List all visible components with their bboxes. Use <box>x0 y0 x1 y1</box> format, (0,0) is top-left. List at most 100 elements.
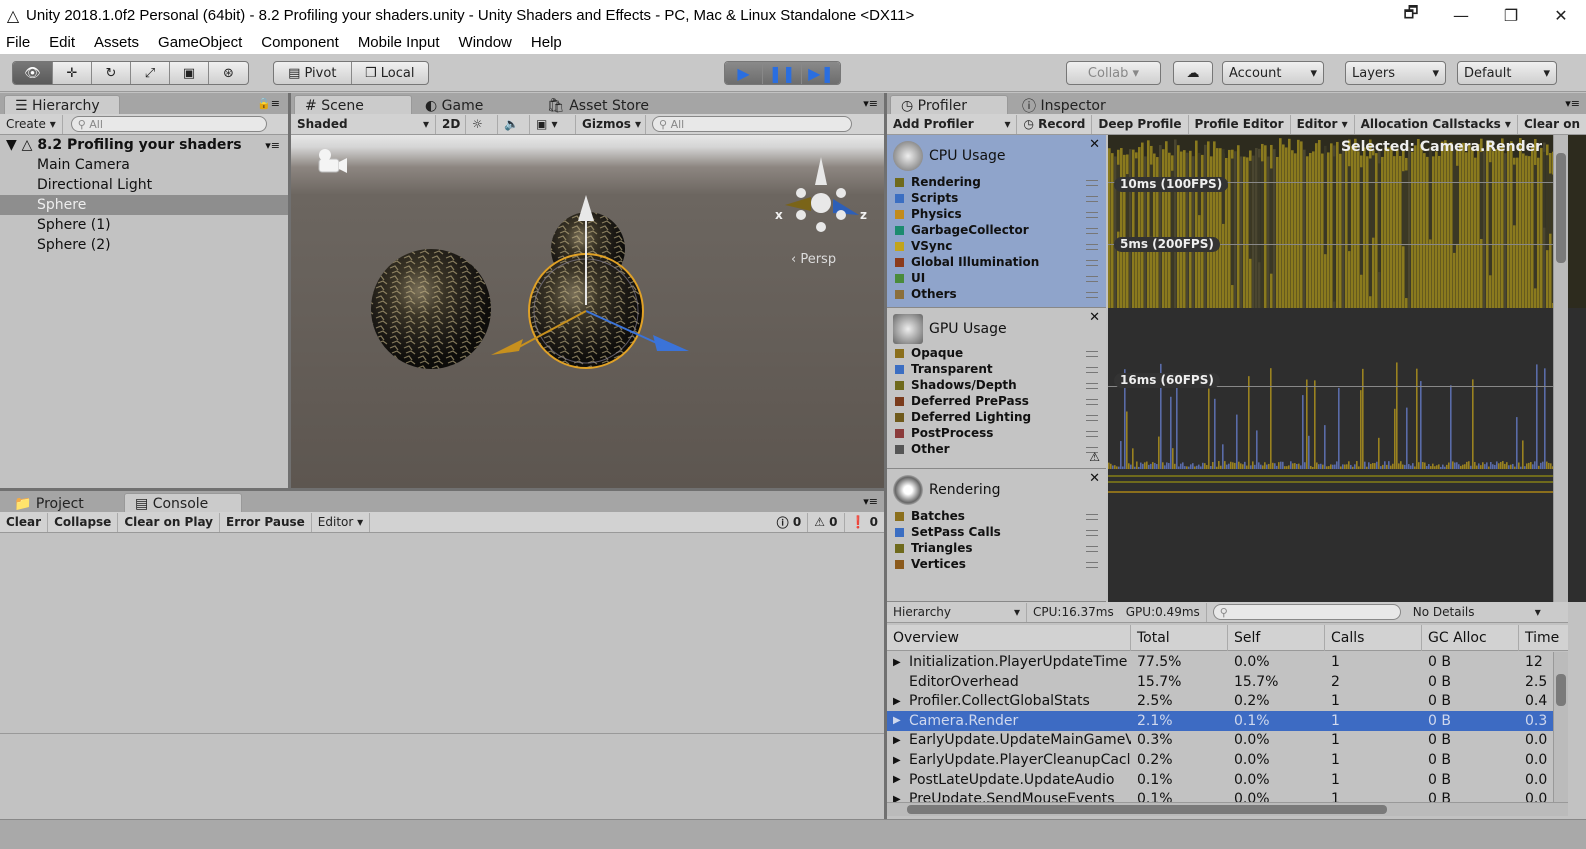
scene-root[interactable]: ▼ △ 8.2 Profiling your shaders ▾≡ <box>0 135 288 155</box>
col-self[interactable]: Self <box>1228 625 1325 651</box>
error-pause-button[interactable]: Error Pause <box>220 512 312 532</box>
create-dropdown[interactable]: Create ▾ <box>0 114 63 134</box>
gizmos-dropdown[interactable]: Gizmos ▾ <box>576 114 646 134</box>
legend-drag-handle[interactable] <box>1086 546 1098 552</box>
clear-on-play-toggle[interactable]: Clear on <box>1518 115 1586 134</box>
warning-toggle[interactable]: ⚠ 0 <box>808 512 845 532</box>
close-icon[interactable]: ✕ <box>1089 137 1100 152</box>
hierarchy-search-input[interactable]: ⚲ All <box>70 116 267 132</box>
close-icon[interactable]: ✕ <box>1089 310 1100 325</box>
legend-item[interactable]: Deferred PrePass <box>895 394 1029 408</box>
legend-drag-handle[interactable] <box>1086 244 1098 250</box>
table-row[interactable]: EditorOverhead 15.7% 15.7% 2 0 B 2.5 <box>887 672 1568 692</box>
camera-gizmo-icon[interactable] <box>318 149 347 173</box>
panel-menu-icon[interactable]: ▾≡ <box>863 97 878 110</box>
legend-item[interactable]: Opaque <box>895 346 963 360</box>
legend-drag-handle[interactable] <box>1086 228 1098 234</box>
legend-item[interactable]: GarbageCollector <box>895 223 1029 237</box>
gpu-usage-module[interactable]: GPU Usage ✕ Opaque Transparent Shadows/Dep… <box>887 308 1106 469</box>
rotate-tool-icon[interactable]: ↻ <box>92 62 131 84</box>
menu-component[interactable]: Component <box>261 34 339 51</box>
tab-asset-store[interactable]: 🛍 Asset Store <box>536 95 676 115</box>
legend-drag-handle[interactable] <box>1086 530 1098 536</box>
col-calls[interactable]: Calls <box>1325 625 1422 651</box>
deep-profile-toggle[interactable]: Deep Profile <box>1092 114 1189 134</box>
table-row[interactable]: ▶ Initialization.PlayerUpdateTime 77.5% 0.0… <box>887 652 1568 672</box>
profile-editor-toggle[interactable]: Profile Editor <box>1189 114 1291 134</box>
table-row[interactable]: ▶ EarlyUpdate.UpdateMainGameV 0.3% 0.0% 1 0 B… <box>887 730 1568 750</box>
cpu-usage-module[interactable]: CPU Usage ✕ Rendering Scripts Physics Garba… <box>887 135 1106 308</box>
lock-icon[interactable]: 🔒≡ <box>257 97 280 110</box>
close-icon[interactable]: ✕ <box>1089 471 1100 486</box>
legend-item[interactable]: Rendering <box>895 175 981 189</box>
menu-gameobject[interactable]: GameObject <box>158 34 242 51</box>
collapse-button[interactable]: Collapse <box>48 512 119 532</box>
expand-arrow-icon[interactable]: ▶ <box>893 691 907 711</box>
legend-item[interactable]: UI <box>895 271 925 285</box>
legend-item[interactable]: Deferred Lighting <box>895 410 1031 424</box>
cloud-button[interactable]: ☁ <box>1173 61 1213 85</box>
legend-drag-handle[interactable] <box>1086 399 1098 405</box>
audio-toggle-icon[interactable]: 🔈 <box>498 114 530 134</box>
sphere-left[interactable] <box>371 249 491 369</box>
cpu-graph[interactable]: 10ms (100FPS) 5ms (200FPS) Selected: Cam… <box>1108 135 1586 308</box>
legend-drag-handle[interactable] <box>1086 260 1098 266</box>
clear-on-play-button[interactable]: Clear on Play <box>118 512 221 532</box>
transform-tool-icon[interactable]: ⊛ <box>209 62 248 84</box>
error-toggle[interactable]: ❗ 0 <box>845 513 885 532</box>
col-gc-alloc[interactable]: GC Alloc <box>1422 625 1519 651</box>
panel-menu-icon[interactable]: ▾≡ <box>863 495 878 508</box>
legend-item[interactable]: VSync <box>895 239 952 253</box>
rendering-module[interactable]: Rendering ✕ Batches SetPass Calls Triangle… <box>887 469 1106 602</box>
legend-drag-handle[interactable] <box>1086 351 1098 357</box>
legend-item[interactable]: Global Illumination <box>895 255 1039 269</box>
expand-arrow-icon[interactable]: ▼ <box>6 137 17 153</box>
console-detail-divider[interactable] <box>0 733 884 734</box>
legend-item[interactable]: Scripts <box>895 191 958 205</box>
layers-dropdown[interactable]: Layers ▾ <box>1345 61 1446 85</box>
table-scroll-thumb[interactable] <box>1556 674 1566 706</box>
menu-assets[interactable]: Assets <box>94 34 139 51</box>
account-dropdown[interactable]: Account ▾ <box>1222 61 1324 85</box>
table-scrollbar[interactable] <box>1553 652 1568 802</box>
menu-mobile-input[interactable]: Mobile Input <box>358 34 440 51</box>
menu-help[interactable]: Help <box>531 34 562 51</box>
table-hscroll-thumb[interactable] <box>907 805 1387 814</box>
legend-drag-handle[interactable] <box>1086 196 1098 202</box>
hierarchy-item[interactable]: Directional Light <box>0 175 288 195</box>
legend-drag-handle[interactable] <box>1086 212 1098 218</box>
table-row[interactable]: ▶ PostLateUpdate.UpdateAudio 0.1% 0.0% 1 0 B0… <box>887 770 1568 790</box>
gpu-graph[interactable]: 16ms (60FPS) <box>1108 308 1586 469</box>
expand-arrow-icon[interactable]: ▶ <box>893 750 907 770</box>
hierarchy-item-selected[interactable]: Sphere <box>0 195 288 215</box>
scene-search-input[interactable]: ⚲ All <box>652 116 852 132</box>
maximize-button[interactable]: ❐ <box>1486 0 1536 30</box>
orientation-gizmo-icon[interactable] <box>785 157 859 232</box>
expand-arrow-icon[interactable]: ▶ <box>893 789 907 802</box>
menu-edit[interactable]: Edit <box>49 34 75 51</box>
move-tool-icon[interactable]: ✛ <box>53 62 92 84</box>
play-button[interactable]: ▶ <box>725 62 764 84</box>
legend-item[interactable]: Physics <box>895 207 962 221</box>
legend-drag-handle[interactable] <box>1086 367 1098 373</box>
tab-console[interactable]: ▤ Console <box>124 493 242 513</box>
allocation-callstacks-dropdown[interactable]: Allocation Callstacks ▾ <box>1355 114 1518 134</box>
record-toggle[interactable]: ◷ Record <box>1017 114 1093 134</box>
tab-scene[interactable]: # Scene <box>294 95 412 115</box>
hierarchy-item[interactable]: Sphere (1) <box>0 215 288 235</box>
scene-menu-icon[interactable]: ▾≡ <box>265 139 280 152</box>
legend-drag-handle[interactable] <box>1086 383 1098 389</box>
expand-arrow-icon[interactable]: ▶ <box>893 711 907 731</box>
legend-item[interactable]: Transparent <box>895 362 993 376</box>
pivot-button[interactable]: ▤ Pivot <box>274 62 352 84</box>
persp-label[interactable]: ‹ Persp <box>791 252 836 267</box>
editor-dropdown[interactable]: Editor ▾ <box>312 512 371 532</box>
legend-drag-handle[interactable] <box>1086 562 1098 568</box>
table-row[interactable]: ▶ PreUpdate.SendMouseEvents 0.1% 0.0% 1 0 B 0.… <box>887 789 1568 802</box>
layout-dropdown[interactable]: Default ▾ <box>1457 61 1557 85</box>
scale-tool-icon[interactable]: ⤢ <box>131 62 170 84</box>
legend-item[interactable]: PostProcess <box>895 426 993 440</box>
legend-item[interactable]: Other <box>895 442 950 456</box>
hierarchy-item[interactable]: Main Camera <box>0 155 288 175</box>
legend-drag-handle[interactable] <box>1086 431 1098 437</box>
